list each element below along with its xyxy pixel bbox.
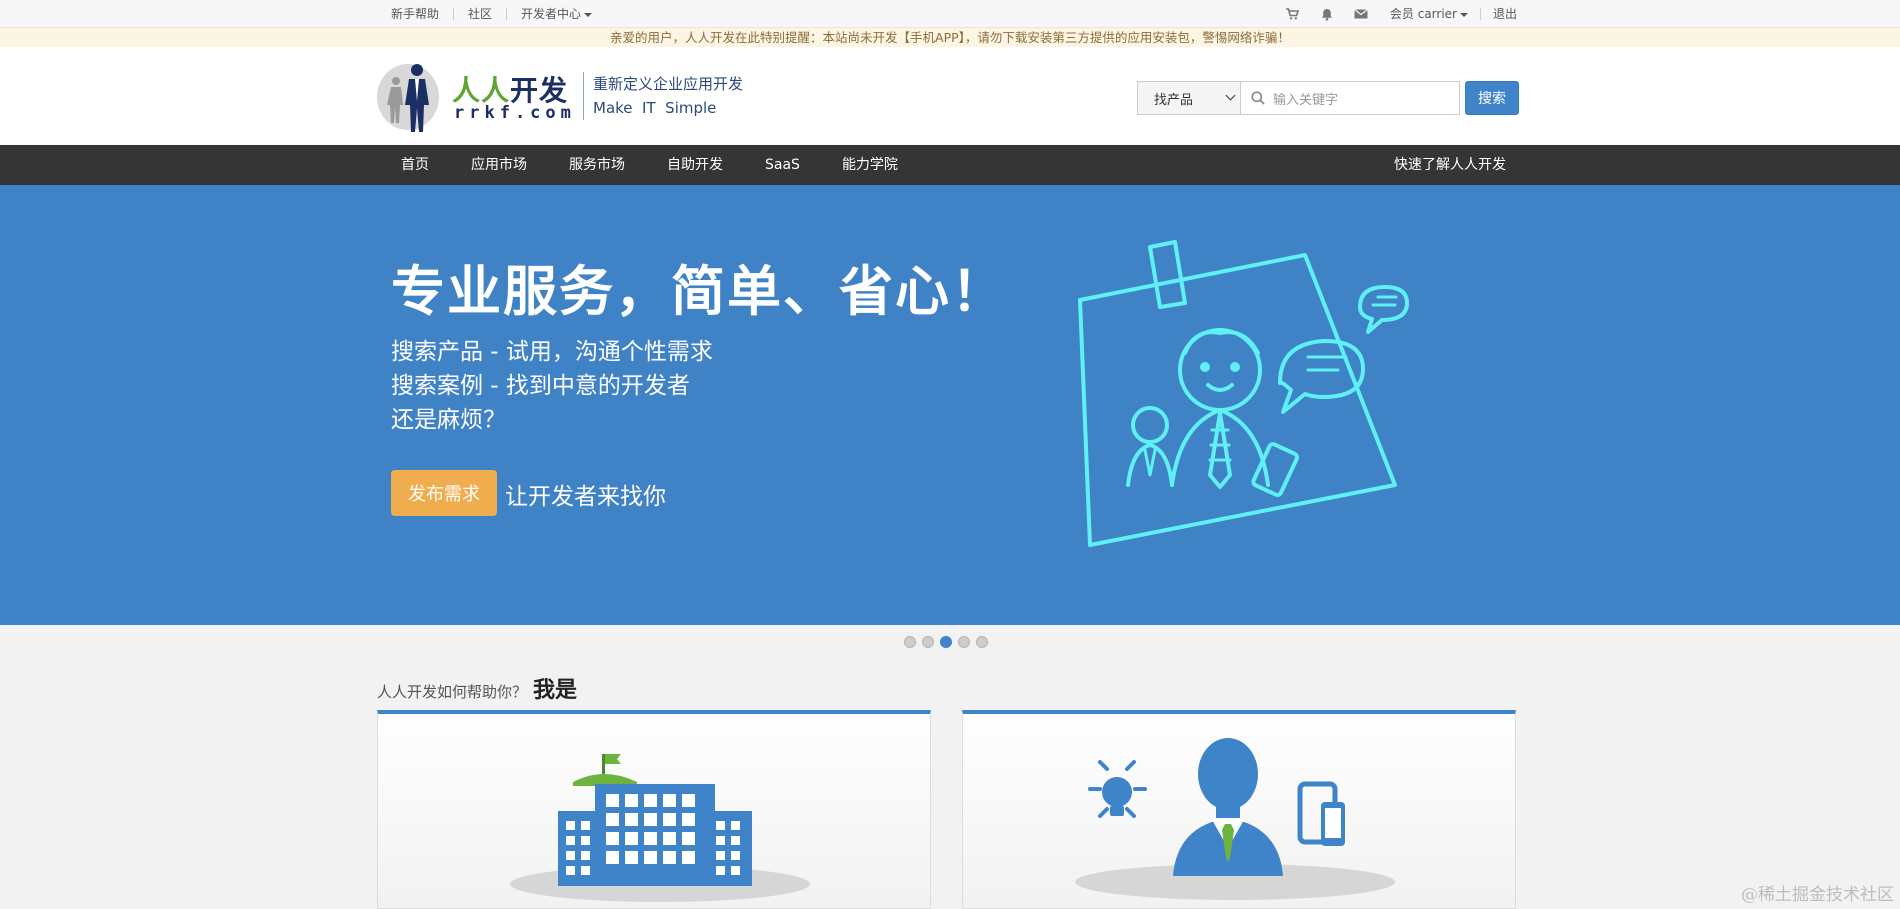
nav-items: 首页 应用市场 服务市场 自助开发 SaaS 能力学院 xyxy=(380,145,919,185)
community-link[interactable]: 社区 xyxy=(454,8,508,20)
banner-line-3: 还是麻烦？ xyxy=(391,407,506,433)
search-placeholder: 输入关键字 xyxy=(1273,92,1339,108)
main-nav: 首页 应用市场 服务市场 自助开发 SaaS 能力学院 快速了解人人开发 xyxy=(0,145,1900,185)
carousel-dot-4[interactable] xyxy=(958,636,970,648)
top-user-area: 会员 carrier 退出 xyxy=(1276,0,1517,28)
warning-notice: 亲爱的用户，人人开发在此特别提醒：本站尚未开发【手机APP】，请勿下载安装第三方… xyxy=(0,28,1900,47)
chevron-down-icon xyxy=(584,12,593,17)
logout-link[interactable]: 退出 xyxy=(1481,8,1517,20)
search-type-select[interactable]: 找产品 xyxy=(1137,81,1241,115)
developer-center-menu[interactable]: 开发者中心 xyxy=(507,8,606,20)
post-request-button[interactable]: 发布需求 xyxy=(391,470,497,516)
chevron-down-icon xyxy=(1225,90,1236,101)
carousel-dot-1[interactable] xyxy=(904,636,916,648)
search-input[interactable]: 输入关键字 xyxy=(1241,81,1460,115)
cart-icon[interactable] xyxy=(1276,8,1310,20)
banner-line-2: 搜索案例 - 找到中意的开发者 xyxy=(391,373,690,399)
developer-person-icon xyxy=(1075,738,1395,900)
nav-item-quick-intro[interactable]: 快速了解人人开发 xyxy=(1394,145,1506,185)
help-heading-prefix: 人人开发如何帮助你？ xyxy=(377,683,528,701)
enterprise-card[interactable] xyxy=(377,710,931,909)
enterprise-building-icon xyxy=(510,754,810,902)
logo-domain: rrkf.com xyxy=(454,103,576,123)
chevron-down-icon xyxy=(1459,12,1468,17)
banner-cta-text: 让开发者来找你 xyxy=(505,484,666,510)
nav-item-app-market[interactable]: 应用市场 xyxy=(450,145,548,185)
search-icon xyxy=(1251,91,1265,105)
slogan-line-cn: 重新定义企业应用开发 xyxy=(593,75,744,93)
carousel-dot-5[interactable] xyxy=(976,636,988,648)
banner-headline: 专业服务，简单、省心！ xyxy=(391,260,1007,323)
top-links: 新手帮助 社区 开发者中心 xyxy=(391,0,606,28)
developer-center-label: 开发者中心 xyxy=(521,7,582,21)
member-label: 会员 carrier xyxy=(1389,7,1457,21)
developer-illustration-icon xyxy=(1078,240,1409,547)
nav-item-saas[interactable]: SaaS xyxy=(744,145,821,185)
top-bar: 新手帮助 社区 开发者中心 会员 carrier 退出 xyxy=(0,0,1900,28)
hero-banner[interactable]: 专业服务，简单、省心！ 搜索产品 - 试用，沟通个性需求 搜索案例 - 找到中意… xyxy=(0,185,1900,625)
watermark: @稀土掘金技术社区 xyxy=(1741,885,1894,905)
carousel-dots xyxy=(904,636,994,648)
carousel-dot-3[interactable] xyxy=(940,636,952,648)
nav-item-home[interactable]: 首页 xyxy=(380,145,450,185)
carousel-dot-2[interactable] xyxy=(922,636,934,648)
nav-item-self-develop[interactable]: 自助开发 xyxy=(646,145,744,185)
help-heading-strong: 我是 xyxy=(533,678,578,703)
help-heading: 人人开发如何帮助你？ 我是 xyxy=(377,672,577,704)
site-header: 人人开发 rrkf.com 重新定义企业应用开发 Make IT Simple … xyxy=(0,47,1900,145)
banner-subtext: 搜索产品 - 试用，沟通个性需求 搜索案例 - 找到中意的开发者 还是麻烦？ xyxy=(391,335,713,437)
nav-item-academy[interactable]: 能力学院 xyxy=(821,145,919,185)
nav-item-service-market[interactable]: 服务市场 xyxy=(548,145,646,185)
developer-card[interactable] xyxy=(962,710,1516,909)
member-menu[interactable]: 会员 carrier xyxy=(1378,8,1481,20)
banner-line-1: 搜索产品 - 试用，沟通个性需求 xyxy=(391,339,713,365)
search-type-value: 找产品 xyxy=(1154,92,1194,108)
slogan: 重新定义企业应用开发 Make IT Simple xyxy=(583,72,743,120)
search-bar: 找产品 输入关键字 搜索 xyxy=(1137,81,1519,115)
bell-icon[interactable] xyxy=(1310,8,1344,21)
mail-icon[interactable] xyxy=(1344,9,1378,19)
slogan-line-en: Make IT Simple xyxy=(593,99,717,117)
help-link[interactable]: 新手帮助 xyxy=(391,8,455,20)
search-button[interactable]: 搜索 xyxy=(1465,81,1519,115)
